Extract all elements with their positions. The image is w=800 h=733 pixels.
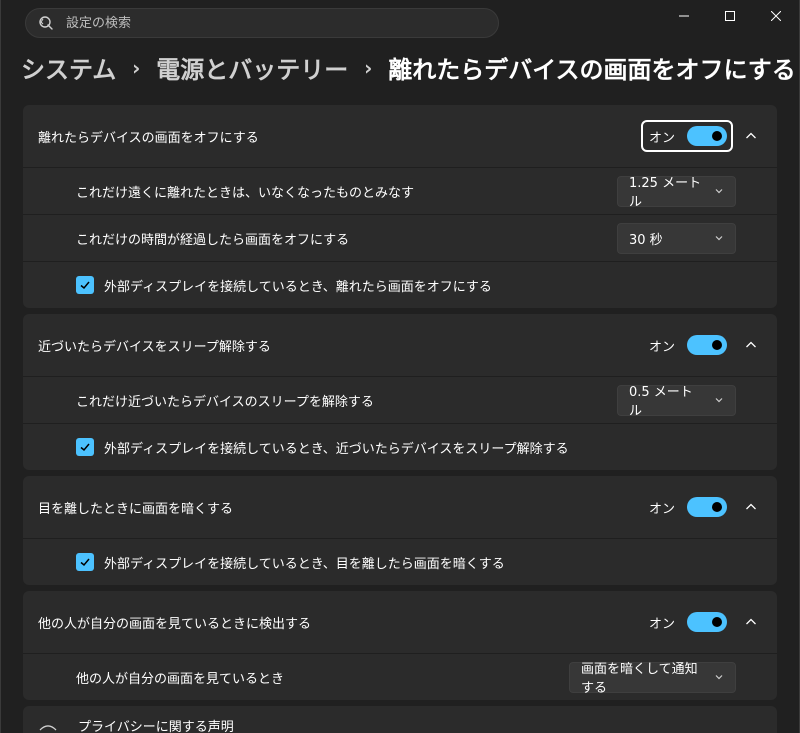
setting-label: 他の人が自分の画面を見ているとき (76, 671, 285, 687)
checkbox-label: 外部ディスプレイを接続しているとき、近づいたらデバイスをスリープ解除する (104, 441, 569, 457)
checkmark-icon (80, 281, 90, 290)
toggle-label: オン (648, 501, 675, 517)
collapse-button[interactable] (737, 122, 765, 150)
chevron-down-icon (713, 232, 725, 244)
group-header[interactable]: 近づいたらデバイスをスリープ解除する オン (23, 314, 777, 376)
checkbox-row[interactable]: 外部ディスプレイを接続しているとき、近づいたらデバイスをスリープ解除する (23, 423, 777, 470)
search-input[interactable] (64, 14, 464, 32)
toggle-knob (712, 502, 722, 512)
checkmark-icon (80, 443, 90, 452)
onlooker-action-dropdown[interactable]: 画面を暗くして通知する (569, 661, 736, 696)
group-header[interactable]: 目を離したときに画面を暗くする オン (23, 476, 777, 538)
dropdown-value: 画面を暗くして通知する (581, 662, 698, 696)
breadcrumb-separator: › (132, 55, 141, 80)
setting-row: これだけ近づいたらデバイスのスリープを解除する 0.5 メートル (23, 376, 777, 423)
setting-label: これだけの時間が経過したら画面をオフにする (76, 232, 350, 248)
breadcrumb: システム › 電源とバッテリー › 離れたらデバイスの画面をオフにする (21, 50, 796, 85)
minimize-icon (679, 6, 689, 25)
setting-label: これだけ近づいたらデバイスのスリープを解除する (76, 394, 374, 410)
toggle-track[interactable] (687, 126, 727, 146)
close-icon (770, 6, 782, 25)
shield-icon (38, 722, 58, 733)
timeout-dropdown[interactable]: 30 秒 (617, 222, 736, 254)
toggle-switch[interactable]: オン (641, 606, 733, 638)
page-title: 離れたらデバイスの画面をオフにする (388, 56, 796, 84)
chevron-down-icon (713, 394, 725, 406)
toggle-track[interactable] (687, 612, 727, 632)
toggle-knob (712, 617, 722, 627)
toggle-knob (712, 340, 722, 350)
group-header[interactable]: 他の人が自分の画面を見ているときに検出する オン (23, 591, 777, 653)
toggle-label: オン (648, 130, 675, 146)
toggle-label: オン (648, 616, 675, 632)
collapse-button[interactable] (737, 331, 765, 359)
collapse-button[interactable] (737, 493, 765, 521)
toggle-switch[interactable]: オン (640, 120, 733, 152)
search-icon (38, 15, 54, 31)
maximize-button[interactable] (707, 0, 753, 30)
checkbox[interactable] (76, 276, 94, 294)
close-button[interactable] (753, 0, 799, 30)
chevron-down-icon (713, 185, 725, 197)
checkbox-label: 外部ディスプレイを接続しているとき、目を離したら画面を暗くする (104, 556, 505, 572)
search-box[interactable] (25, 8, 499, 38)
chevron-up-icon (745, 498, 757, 517)
toggle-switch[interactable]: オン (641, 329, 733, 361)
group-turn-off-screen-when-away: 離れたらデバイスの画面をオフにする オン これだけ遠くに離れたときは、いなくなっ… (23, 105, 777, 308)
toggle-switch[interactable]: オン (641, 491, 733, 523)
group-title: 目を離したときに画面を暗くする (38, 501, 234, 517)
checkbox[interactable] (76, 438, 94, 456)
window-caption-buttons (661, 0, 799, 30)
checkmark-icon (80, 558, 90, 567)
group-dim-when-looking-away: 目を離したときに画面を暗くする オン 外部ディスプレイを接続しているとき、目を離… (23, 476, 777, 585)
settings-window: システム › 電源とバッテリー › 離れたらデバイスの画面をオフにする 離れたら… (0, 0, 800, 733)
setting-label: これだけ遠くに離れたときは、いなくなったものとみなす (76, 185, 415, 201)
minimize-button[interactable] (661, 0, 707, 30)
wake-distance-dropdown[interactable]: 0.5 メートル (617, 384, 736, 419)
group-title: 他の人が自分の画面を見ているときに検出する (38, 616, 312, 632)
breadcrumb-separator: › (364, 55, 373, 80)
checkbox-row[interactable]: 外部ディスプレイを接続しているとき、離れたら画面をオフにする (23, 261, 777, 308)
group-detect-onlookers: 他の人が自分の画面を見ているときに検出する オン 他の人が自分の画面を見ていると… (23, 591, 777, 700)
checkbox-row[interactable]: 外部ディスプレイを接続しているとき、目を離したら画面を暗くする (23, 538, 777, 585)
group-header[interactable]: 離れたらデバイスの画面をオフにする オン (23, 105, 777, 167)
setting-row: 他の人が自分の画面を見ているとき 画面を暗くして通知する (23, 653, 777, 700)
collapse-button[interactable] (737, 608, 765, 636)
dropdown-value: 1.25 メートル (629, 176, 702, 210)
group-title: 近づいたらデバイスをスリープ解除する (38, 339, 271, 355)
settings-content: 離れたらデバイスの画面をオフにする オン これだけ遠くに離れたときは、いなくなっ… (23, 105, 777, 733)
chevron-up-icon (745, 336, 757, 355)
chevron-up-icon (745, 127, 757, 146)
breadcrumb-power-battery[interactable]: 電源とバッテリー (156, 50, 348, 85)
breadcrumb-system[interactable]: システム (21, 50, 116, 85)
group-wake-when-approaching: 近づいたらデバイスをスリープ解除する オン これだけ近づいたらデバイスのスリープ… (23, 314, 777, 470)
toggle-knob (712, 131, 722, 141)
chevron-up-icon (745, 613, 757, 632)
chevron-down-icon (713, 671, 725, 683)
setting-row: これだけ遠くに離れたときは、いなくなったものとみなす 1.25 メートル (23, 167, 777, 214)
dropdown-value: 30 秒 (629, 232, 663, 248)
dropdown-value: 0.5 メートル (629, 385, 693, 419)
maximize-icon (725, 6, 735, 25)
checkbox-label: 外部ディスプレイを接続しているとき、離れたら画面をオフにする (104, 279, 492, 295)
checkbox[interactable] (76, 553, 94, 571)
privacy-statement-label: プライバシーに関する声明 (78, 720, 234, 733)
distance-dropdown[interactable]: 1.25 メートル (617, 175, 736, 210)
privacy-statement-row[interactable]: プライバシーに関する声明 (23, 706, 777, 733)
toggle-track[interactable] (687, 335, 727, 355)
toggle-track[interactable] (687, 497, 727, 517)
group-title: 離れたらデバイスの画面をオフにする (38, 130, 259, 146)
setting-row: これだけの時間が経過したら画面をオフにする 30 秒 (23, 214, 777, 261)
toggle-label: オン (648, 339, 675, 355)
